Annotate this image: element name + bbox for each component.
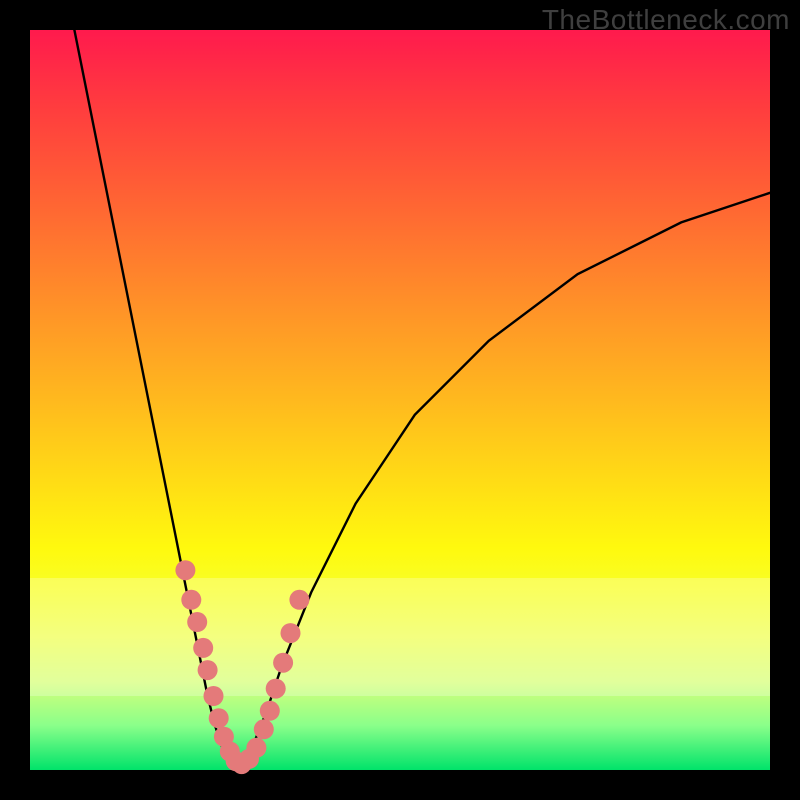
highlight-dot — [281, 623, 301, 643]
highlight-dot — [209, 708, 229, 728]
highlight-dots — [175, 560, 309, 774]
curve-svg — [30, 30, 770, 770]
plot-area — [30, 30, 770, 770]
highlight-dot — [187, 612, 207, 632]
highlight-dot — [175, 560, 195, 580]
highlight-dot — [273, 653, 293, 673]
watermark-text: TheBottleneck.com — [542, 4, 790, 36]
highlight-dot — [289, 590, 309, 610]
highlight-dot — [204, 686, 224, 706]
highlight-dot — [246, 738, 266, 758]
curve-left-branch — [74, 30, 237, 770]
highlight-dot — [181, 590, 201, 610]
highlight-dot — [198, 660, 218, 680]
chart-frame: TheBottleneck.com — [0, 0, 800, 800]
highlight-dot — [254, 719, 274, 739]
curve-right-branch — [237, 193, 770, 770]
highlight-dot — [193, 638, 213, 658]
highlight-dot — [260, 701, 280, 721]
highlight-dot — [266, 679, 286, 699]
